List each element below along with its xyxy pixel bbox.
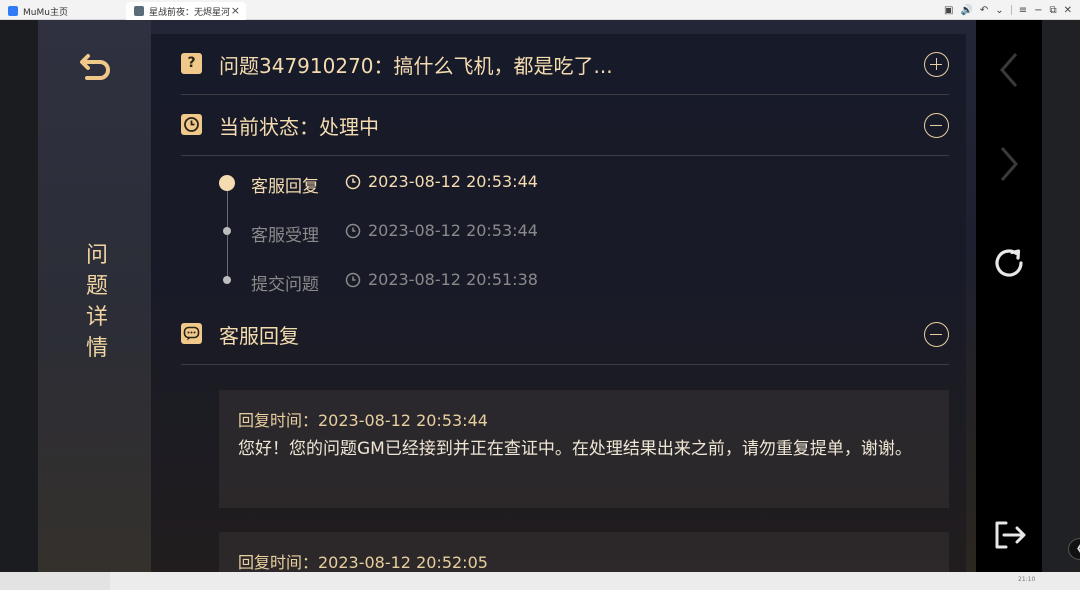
collapse-minus-icon[interactable]	[924, 322, 949, 347]
emulator-left-border	[0, 20, 38, 572]
timeline-item: 客服回复 2023-08-12 20:53:44	[211, 170, 541, 197]
clock-icon	[345, 272, 361, 288]
timeline-time: 2023-08-12 20:51:38	[368, 270, 538, 289]
title-char: 详	[85, 305, 108, 330]
divider	[1010, 5, 1012, 15]
tab-close-button[interactable]: ×	[231, 4, 240, 17]
volume-icon[interactable]: 🔊	[960, 5, 972, 16]
status-header[interactable]: 当前状态：处理中	[181, 95, 949, 156]
replies-header[interactable]: 客服回复	[181, 304, 949, 365]
back-button[interactable]	[78, 48, 114, 82]
clock-icon	[345, 223, 361, 239]
game-viewport: 问 题 详 情 ? 问题347910270：搞什么飞机，都是吃了... 当前状态…	[0, 20, 1080, 572]
timeline-item: 客服受理 2023-08-12 20:53:44	[211, 219, 541, 246]
window-controls: ▣ 🔊 ↶ ⌄ ≡ − ⧉ ✕	[944, 2, 1072, 18]
timeline-time: 2023-08-12 20:53:44	[368, 172, 538, 191]
timeline-time: 2023-08-12 20:53:44	[368, 221, 538, 240]
collapse-minus-icon[interactable]	[924, 113, 949, 138]
detail-panel: ? 问题347910270：搞什么飞机，都是吃了... 当前状态：处理中 客服回…	[151, 34, 966, 572]
bottom-segment	[0, 572, 110, 590]
chat-bubble-icon	[181, 323, 202, 344]
expand-plus-icon[interactable]	[924, 52, 949, 77]
chevron-down-icon[interactable]: ⌄	[995, 5, 1003, 16]
tab-label: MuMu主页	[23, 7, 68, 18]
bottom-bar: 21:10	[0, 572, 1080, 590]
replies-title: 客服回复	[219, 324, 299, 348]
menu-icon[interactable]: ≡	[1019, 5, 1027, 16]
screen-icon[interactable]: ▣	[944, 5, 953, 16]
status-title: 当前状态：处理中	[219, 115, 379, 139]
bottom-status-text: 21:10	[1018, 576, 1036, 583]
tab-game[interactable]: 星战前夜：无烬星河 ×	[126, 2, 246, 20]
timeline-label: 客服回复	[251, 177, 319, 197]
game-icon	[134, 6, 144, 16]
reply-card: 回复时间：2023-08-12 20:52:05	[219, 532, 949, 572]
timeline-dot-active	[219, 175, 235, 191]
question-title: 问题347910270：搞什么飞机，都是吃了...	[219, 54, 613, 78]
question-header[interactable]: ? 问题347910270：搞什么飞机，都是吃了...	[181, 34, 949, 95]
minimize-button[interactable]: −	[1034, 5, 1042, 16]
reply-body: 您好！您的问题GM已经接到并正在查证中。在处理结果出来之前，请勿重复提单，谢谢。	[238, 439, 912, 459]
timeline-label: 提交问题	[251, 275, 319, 295]
logout-icon[interactable]	[991, 518, 1029, 552]
emulator-right-border	[1042, 20, 1080, 572]
next-arrow-icon[interactable]	[998, 144, 1020, 184]
page-title-vertical: 问 题 详 情	[82, 240, 112, 364]
timeline-label: 客服受理	[251, 226, 319, 246]
mumu-logo-icon	[8, 6, 18, 16]
clock-icon	[181, 114, 202, 135]
clock-icon	[345, 174, 361, 190]
title-char: 问	[85, 243, 108, 268]
right-panel	[976, 20, 1042, 572]
previous-arrow-icon[interactable]	[998, 50, 1020, 90]
timeline-dot	[223, 276, 231, 284]
refresh-icon[interactable]	[990, 244, 1028, 282]
title-char: 题	[85, 274, 108, 299]
timeline-dot	[223, 227, 231, 235]
restore-button[interactable]: ⧉	[1049, 5, 1056, 16]
question-icon: ?	[181, 53, 202, 74]
title-char: 情	[85, 336, 108, 361]
timeline-item: 提交问题 2023-08-12 20:51:38	[211, 268, 541, 295]
reply-time: 回复时间：2023-08-12 20:52:05	[238, 553, 488, 572]
tab-label: 星战前夜：无烬星河	[149, 7, 231, 18]
close-window-button[interactable]: ✕	[1064, 5, 1072, 16]
reply-card: 回复时间：2023-08-12 20:53:44 您好！您的问题GM已经接到并正…	[219, 390, 949, 508]
reply-time: 回复时间：2023-08-12 20:53:44	[238, 411, 488, 430]
window-titlebar: MuMu主页 星战前夜：无烬星河 × ▣ 🔊 ↶ ⌄ ≡ − ⧉ ✕	[0, 0, 1080, 20]
undo-icon[interactable]: ↶	[980, 5, 988, 16]
tab-mumu-home[interactable]: MuMu主页	[0, 2, 122, 20]
